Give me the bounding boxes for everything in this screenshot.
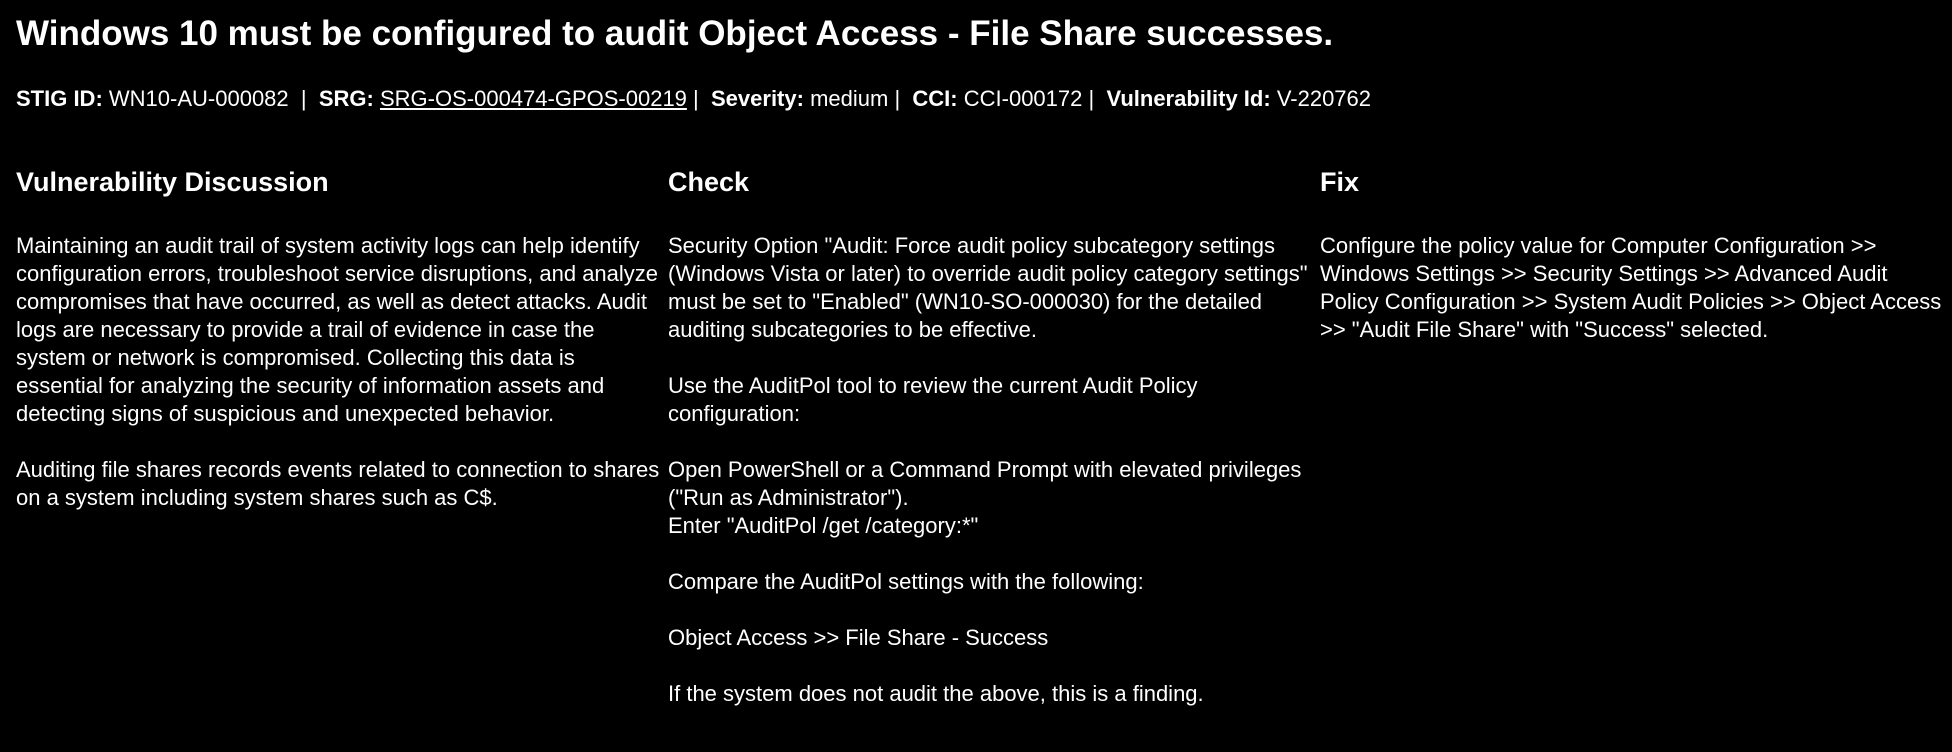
check-paragraph: Use the AuditPol tool to review the curr… [668,373,1198,426]
separator: | [686,86,705,111]
check-paragraph: Compare the AuditPol settings with the f… [668,569,1144,594]
srg-label: SRG: [318,86,374,111]
discussion-heading: Vulnerability Discussion [16,167,329,197]
stig-id-value: WN10-AU-000082 [108,86,289,111]
fix-section: Fix Configure the policy value for Compu… [1320,162,1946,736]
check-step: Enter "AuditPol /get /category:*" [668,513,979,538]
cci-label: CCI: [912,86,958,111]
fix-paragraph: Configure the policy value for Computer … [1320,233,1942,342]
srg-link[interactable]: SRG-OS-000474-GPOS-00219 [380,86,687,111]
check-step: Open PowerShell or a Command Prompt with… [668,457,1302,510]
vulnerability-id-label: Vulnerability Id: [1106,86,1271,111]
severity-label: Severity: [711,86,804,111]
fix-heading: Fix [1320,167,1360,197]
content-columns: Vulnerability Discussion Maintaining an … [16,162,1946,736]
stig-rule-page: Windows 10 must be configured to audit O… [0,0,1952,752]
severity-value: medium [810,86,889,111]
check-section: Check Security Option "Audit: Force audi… [668,162,1320,736]
vulnerability-discussion-section: Vulnerability Discussion Maintaining an … [16,162,668,736]
discussion-paragraph: Maintaining an audit trail of system act… [16,233,659,426]
page-title: Windows 10 must be configured to audit O… [16,14,1334,53]
cci-value: CCI-000172 [963,86,1083,111]
check-heading: Check [668,167,750,197]
rule-metadata: STIG ID: WN10-AU-000082 | SRG: SRG-OS-00… [16,84,1371,114]
separator: | [294,86,313,111]
check-paragraph: Security Option "Audit: Force audit poli… [668,233,1308,342]
stig-id-label: STIG ID: [16,86,103,111]
separator: | [888,86,907,111]
check-paragraph: Open PowerShell or a Command Prompt with… [668,456,1320,540]
discussion-paragraph: Auditing file shares records events rela… [16,457,660,510]
separator: | [1082,86,1101,111]
vulnerability-id-value: V-220762 [1276,86,1372,111]
check-paragraph: Object Access >> File Share - Success [668,625,1049,650]
check-paragraph: If the system does not audit the above, … [668,681,1204,706]
